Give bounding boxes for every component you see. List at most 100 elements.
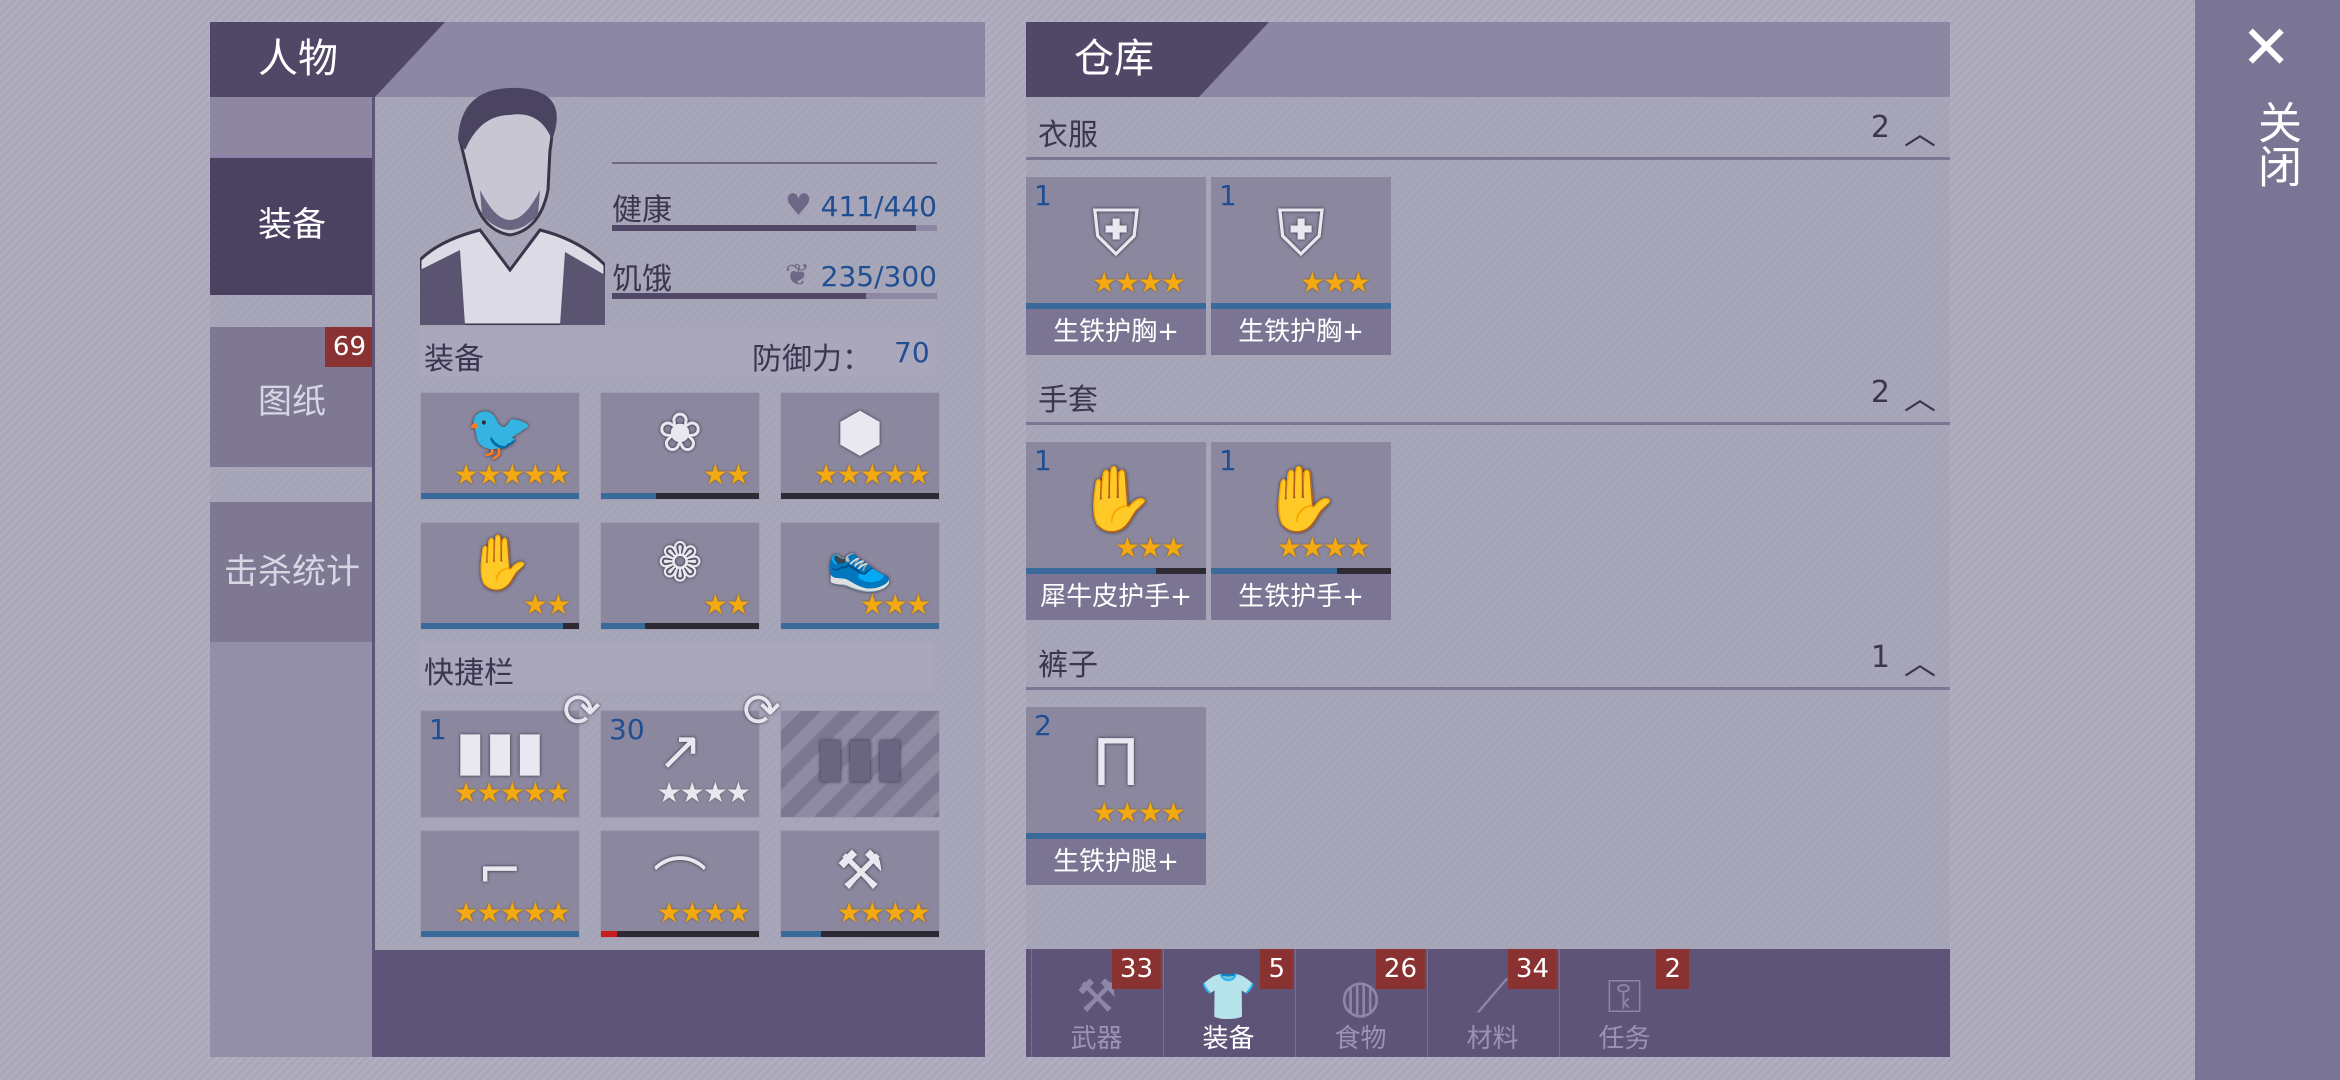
iron-leggings-icon: Π — [1091, 727, 1141, 801]
quickbar-label: 快捷栏 — [424, 656, 514, 691]
equip-slot[interactable]: ❁ ★★ — [600, 522, 760, 630]
item-name: 生铁护胸+ — [1026, 309, 1206, 355]
swap-icon[interactable]: ⟳ — [742, 683, 781, 737]
bottom-tab-1[interactable]: 👕 装备 5 — [1163, 949, 1293, 1057]
health-bar — [612, 225, 937, 231]
warehouse-item[interactable]: 1 ✋ ★★★ 犀牛皮护手+ — [1026, 442, 1206, 620]
bottom-tab-4[interactable]: ⚿ 任务 2 — [1559, 949, 1689, 1057]
quick-slot[interactable]: ⚒ ★★★★ — [780, 830, 940, 938]
durability-bar-fill — [421, 931, 579, 937]
star-rating: ★★★★ — [656, 776, 751, 809]
durability-bar-fill — [421, 493, 579, 499]
bottom-tab-2[interactable]: ◍ 食物 26 — [1295, 949, 1425, 1057]
star-rating: ★★★ — [1114, 531, 1186, 564]
warehouse-item[interactable]: 1 ⛨ ★★★ 生铁护胸+ — [1211, 177, 1391, 355]
stats-divider — [612, 162, 937, 164]
character-portrait — [418, 80, 607, 327]
side-tab-blueprints-label: 图纸 — [258, 382, 326, 422]
bottom-tab-0[interactable]: ⚒ 武器 33 — [1031, 949, 1161, 1057]
chevron-up-icon[interactable]: ︿ — [1904, 108, 1936, 154]
durability-bar — [781, 493, 939, 499]
bottom-tab-row: ⚒ 武器 33 👕 装备 5 ◍ 食物 26 ⟋ 材料 34 ⚿ 任务 2 — [1031, 949, 1691, 1057]
equipment-header: 装备 防御力： 70 — [420, 327, 937, 377]
durability-bar-fill — [421, 623, 564, 629]
side-tab-kill-stats[interactable]: 击杀统计 — [210, 502, 374, 642]
category-gloves-count: 2 — [1870, 375, 1890, 410]
star-rating: ★★★★★ — [453, 776, 571, 809]
sneakers-icon: 👟 — [826, 531, 894, 594]
bottom-tab-badge: 5 — [1260, 949, 1293, 989]
bottom-tab-badge: 34 — [1507, 949, 1557, 989]
side-tab-equipment[interactable]: 装备 — [210, 155, 374, 295]
quick-slot[interactable]: ▮▮▮ 1 ★★★★★ ⟳ — [420, 683, 601, 818]
durability-bar-fill — [781, 931, 821, 937]
equip-slot[interactable]: ⬢ ★★★★★ — [780, 392, 940, 500]
side-tab-filler — [210, 642, 374, 1057]
category-pants-label: 裤子 — [1038, 648, 1098, 683]
quick-slot[interactable]: ↗ 30 ★★★★ ⟳ — [600, 683, 781, 818]
durability-bar-fill — [781, 623, 939, 629]
hunger-value: 235/300 — [820, 260, 937, 293]
star-rating: ★★★★ — [1276, 531, 1371, 564]
warehouse-item[interactable]: 1 ⛨ ★★★★ 生铁护胸+ — [1026, 177, 1206, 355]
equip-slot[interactable]: ❀ ★★ — [600, 392, 760, 500]
star-rating: ★★★★ — [1091, 266, 1186, 299]
item-name: 生铁护胸+ — [1211, 309, 1391, 355]
side-tab-kill-stats-label: 击杀统计 — [224, 552, 360, 592]
category-pants[interactable]: 裤子 1 ︿ — [1026, 632, 1950, 690]
quick-slot[interactable]: ⌒ ★★★★ — [600, 830, 760, 938]
axe-icon: ⚒ — [835, 839, 885, 902]
hunger-bar-fill — [612, 293, 867, 299]
health-label: 健康 — [612, 193, 672, 228]
equip-slot[interactable]: 🐦 ★★★★★ — [420, 392, 580, 500]
category-gloves[interactable]: 手套 2 ︿ — [1026, 367, 1950, 425]
equip-slot[interactable]: ✋ ★★ — [420, 522, 580, 630]
stomach-icon: ❦ — [785, 258, 811, 293]
close-label[interactable]: 关闭 — [2243, 100, 2307, 188]
swap-icon[interactable]: ⟳ — [562, 683, 601, 737]
defense-value: 70 — [894, 336, 930, 369]
equip-slot[interactable]: 👟 ★★★ — [780, 522, 940, 630]
durability-bar-fill — [601, 931, 617, 937]
durability-bar-fill — [601, 493, 657, 499]
quick-slot[interactable]: ⌐ ★★★★★ — [420, 830, 580, 938]
star-rating: ★★ — [522, 588, 571, 621]
star-rating: ★★ — [702, 588, 751, 621]
item-count: 1 — [429, 713, 447, 746]
warehouse-item[interactable]: 1 ✋ ★★★★ 生铁护手+ — [1211, 442, 1391, 620]
defense-label: 防御力： — [752, 342, 872, 377]
durability-bar — [781, 623, 939, 629]
bottom-tab-label: 任务 — [1598, 1024, 1651, 1054]
quickbar-header: 快捷栏 — [420, 642, 933, 691]
revolver-icon: ⌐ — [477, 839, 523, 902]
durability-bar — [601, 931, 759, 937]
blueprints-badge: 69 — [324, 327, 374, 367]
star-rating: ★★★★ — [656, 896, 751, 929]
star-rating: ★★★★★ — [453, 458, 571, 491]
bottom-tab-label: 武器 — [1070, 1024, 1123, 1054]
category-clothes-count: 2 — [1870, 110, 1890, 145]
durability-bar — [781, 931, 939, 937]
quick-slot[interactable]: ▮▮▮ — [780, 710, 940, 818]
close-icon[interactable]: ✕ — [2241, 18, 2291, 78]
warehouse-item[interactable]: 2 Π ★★★★ 生铁护腿+ — [1026, 707, 1206, 885]
side-tab-equipment-label: 装备 — [258, 205, 326, 245]
item-count: 30 — [609, 713, 645, 746]
chevron-up-icon[interactable]: ︿ — [1904, 373, 1936, 419]
hunger-bar — [612, 293, 937, 299]
bottom-tab-3[interactable]: ⟋ 材料 34 — [1427, 949, 1557, 1057]
chevron-up-icon[interactable]: ︿ — [1904, 638, 1936, 684]
iron-chestplate-icon: ⛨ — [1092, 197, 1140, 271]
warehouse-bottom-tabs: ⚒ 武器 33 👕 装备 5 ◍ 食物 26 ⟋ 材料 34 ⚿ 任务 2 — [1026, 949, 1950, 1057]
category-clothes[interactable]: 衣服 2 ︿ — [1026, 102, 1950, 160]
star-rating: ★★★★ — [836, 896, 931, 929]
turtle-shell-icon: ⬢ — [836, 401, 884, 464]
bottom-tab-label: 食物 — [1334, 1024, 1387, 1054]
side-tab-blueprints[interactable]: 图纸 69 — [210, 327, 374, 467]
floral-pants-icon: ❁ — [657, 531, 703, 594]
category-clothes-label: 衣服 — [1038, 118, 1098, 153]
bottom-tab-label: 材料 — [1466, 1024, 1519, 1054]
bottom-tab-badge: 26 — [1375, 949, 1425, 989]
durability-bar — [601, 623, 759, 629]
star-rating: ★★★ — [1299, 266, 1371, 299]
